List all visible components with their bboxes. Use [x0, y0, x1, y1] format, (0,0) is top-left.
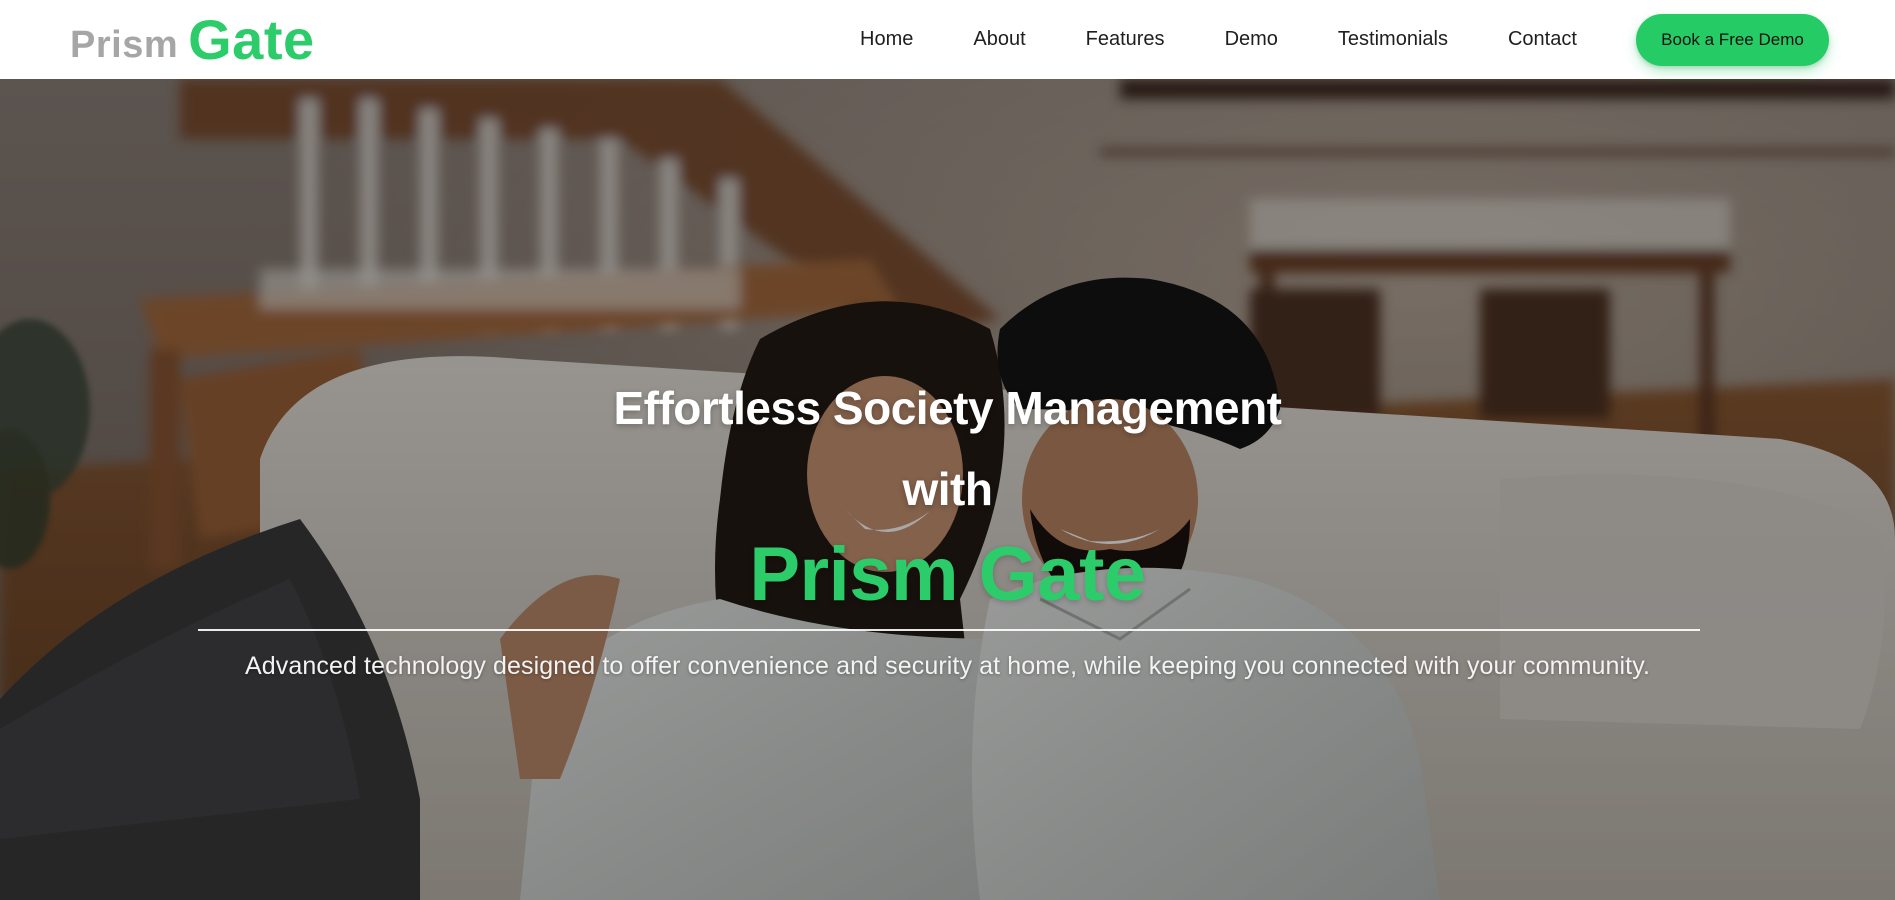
- nav-link-about[interactable]: About: [973, 28, 1025, 51]
- hero-brand-name: Prism Gate: [749, 532, 1146, 617]
- nav-link-contact[interactable]: Contact: [1508, 28, 1577, 51]
- hero-content: Effortless Society Management with Prism…: [0, 79, 1895, 900]
- top-navbar: Prism Gate Home About Features Demo Test…: [0, 0, 1895, 79]
- hero-subtitle: Advanced technology designed to offer co…: [245, 652, 1650, 680]
- logo-word-gate: Gate: [188, 8, 315, 71]
- nav-link-testimonials[interactable]: Testimonials: [1338, 28, 1448, 51]
- book-free-demo-button[interactable]: Book a Free Demo: [1636, 14, 1829, 66]
- hero-divider: [198, 629, 1700, 631]
- logo-word-prism: Prism: [70, 24, 179, 66]
- nav-link-features[interactable]: Features: [1086, 28, 1165, 51]
- nav-link-demo[interactable]: Demo: [1225, 28, 1278, 51]
- hero-headline-line1: Effortless Society Management: [613, 382, 1282, 434]
- hero-section: Effortless Society Management with Prism…: [0, 79, 1895, 900]
- nav-link-home[interactable]: Home: [860, 28, 913, 51]
- brand-logo[interactable]: Prism Gate: [70, 8, 315, 68]
- hero-headline-line2: with: [902, 463, 993, 515]
- main-nav: Home About Features Demo Testimonials Co…: [830, 0, 1607, 79]
